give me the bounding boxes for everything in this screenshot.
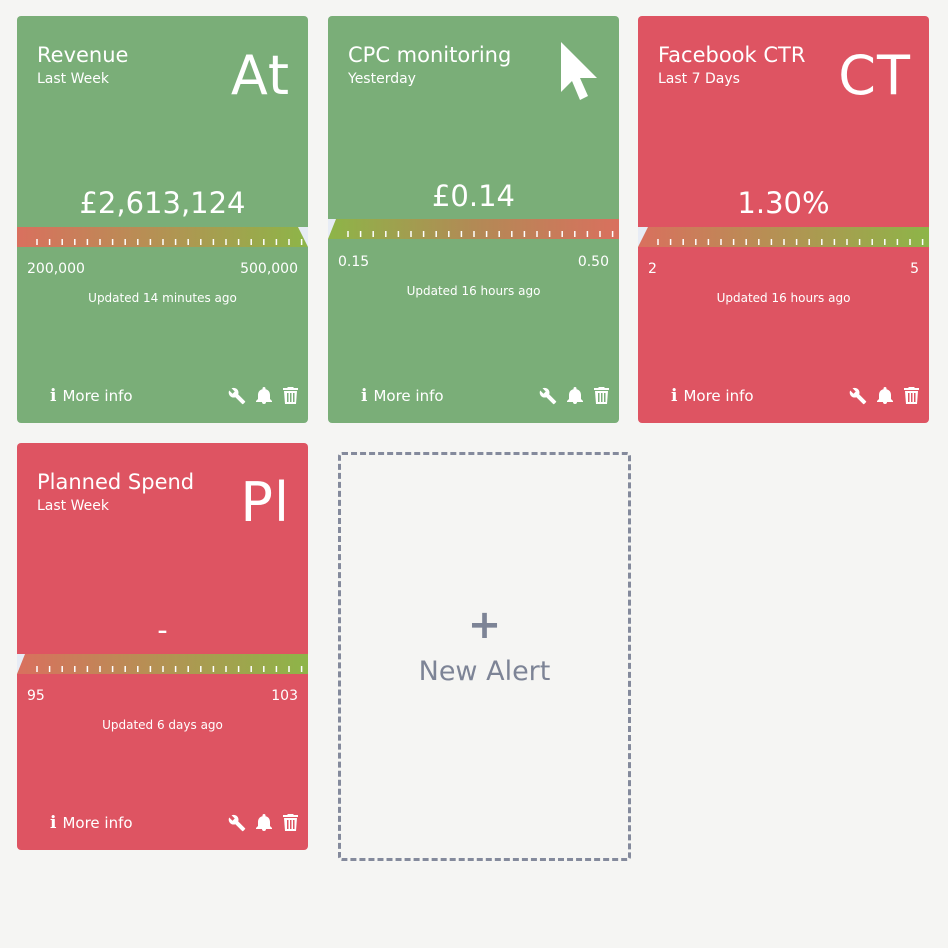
- card-abbreviation: At: [230, 44, 290, 107]
- bell-icon[interactable]: [254, 813, 273, 832]
- wrench-icon[interactable]: [227, 813, 246, 832]
- card-value: £0.14: [431, 179, 516, 213]
- gauge-min-label: 200,000: [27, 261, 85, 277]
- card-value: £2,613,124: [79, 186, 246, 220]
- gauge-max-label: 500,000: [240, 261, 298, 277]
- card-actions: [227, 813, 300, 832]
- updated-text: Updated 14 minutes ago: [88, 291, 237, 305]
- updated-text: Updated 16 hours ago: [406, 284, 541, 298]
- gauge-max-label: 103: [271, 688, 298, 704]
- card-abbreviation: CT: [838, 44, 911, 107]
- bell-icon[interactable]: [875, 386, 894, 405]
- alert-card-revenue[interactable]: Revenue Last Week At £2,613,124 200,000 …: [17, 16, 308, 423]
- more-info-label: More info: [62, 387, 133, 405]
- updated-text: Updated 6 days ago: [102, 718, 223, 732]
- card-value: -: [157, 613, 168, 647]
- gauge-max-label: 5: [910, 261, 919, 277]
- card-period: Last Week: [37, 498, 109, 514]
- more-info-label: More info: [62, 814, 133, 832]
- card-period: Last 7 Days: [658, 71, 740, 87]
- gauge-min-label: 0.15: [338, 254, 370, 270]
- trash-icon[interactable]: [281, 386, 300, 405]
- wrench-icon[interactable]: [848, 386, 867, 405]
- wrench-icon[interactable]: [538, 386, 557, 405]
- cursor-icon: [561, 42, 597, 100]
- card-value: 1.30%: [737, 186, 830, 220]
- card-footer: i More info: [328, 386, 619, 408]
- gauge-max-label: 0.50: [577, 254, 609, 270]
- gauge-bar: [328, 219, 619, 239]
- more-info-link[interactable]: i More info: [361, 386, 444, 406]
- bell-icon[interactable]: [254, 386, 273, 405]
- card-title: Revenue: [37, 43, 129, 67]
- gauge-bar: [638, 227, 929, 247]
- card-footer: i More info: [17, 813, 308, 835]
- bell-icon[interactable]: [565, 386, 584, 405]
- card-gauge: [17, 227, 308, 247]
- wrench-icon[interactable]: [227, 386, 246, 405]
- card-title: CPC monitoring: [348, 43, 512, 67]
- info-icon: i: [50, 813, 57, 833]
- new-alert-label: New Alert: [418, 656, 551, 687]
- info-icon: i: [361, 386, 368, 406]
- trash-icon[interactable]: [592, 386, 611, 405]
- plus-icon: +: [467, 602, 502, 648]
- card-footer: i More info: [638, 386, 929, 408]
- card-title: Facebook CTR: [658, 43, 806, 67]
- card-title: Planned Spend: [37, 470, 195, 494]
- card-gauge: [17, 654, 308, 674]
- more-info-link[interactable]: i More info: [50, 813, 133, 833]
- more-info-label: More info: [373, 387, 444, 405]
- card-abbreviation: Pl: [240, 471, 290, 534]
- more-info-link[interactable]: i More info: [671, 386, 754, 406]
- card-footer: i More info: [17, 386, 308, 408]
- gauge-min-label: 95: [27, 688, 45, 704]
- gauge-bar: [17, 227, 308, 247]
- trash-icon[interactable]: [902, 386, 921, 405]
- new-alert-button[interactable]: + New Alert: [338, 452, 631, 861]
- card-gauge: [638, 227, 929, 247]
- info-icon: i: [50, 386, 57, 406]
- gauge-bar: [17, 654, 308, 674]
- alert-card-planned-spend[interactable]: Planned Spend Last Week Pl - 95 103 Upda…: [17, 443, 308, 850]
- info-icon: i: [671, 386, 678, 406]
- card-gauge: [328, 219, 619, 239]
- more-info-link[interactable]: i More info: [50, 386, 133, 406]
- card-actions: [848, 386, 921, 405]
- trash-icon[interactable]: [281, 813, 300, 832]
- card-actions: [538, 386, 611, 405]
- card-period: Last Week: [37, 71, 109, 87]
- alert-card-cpc[interactable]: CPC monitoring Yesterday £0.14 0.15 0.50…: [328, 16, 619, 423]
- card-period: Yesterday: [348, 71, 416, 87]
- gauge-min-label: 2: [648, 261, 657, 277]
- more-info-label: More info: [683, 387, 754, 405]
- alert-card-facebook-ctr[interactable]: Facebook CTR Last 7 Days CT 1.30% 2 5 Up…: [638, 16, 929, 423]
- updated-text: Updated 16 hours ago: [716, 291, 851, 305]
- card-actions: [227, 386, 300, 405]
